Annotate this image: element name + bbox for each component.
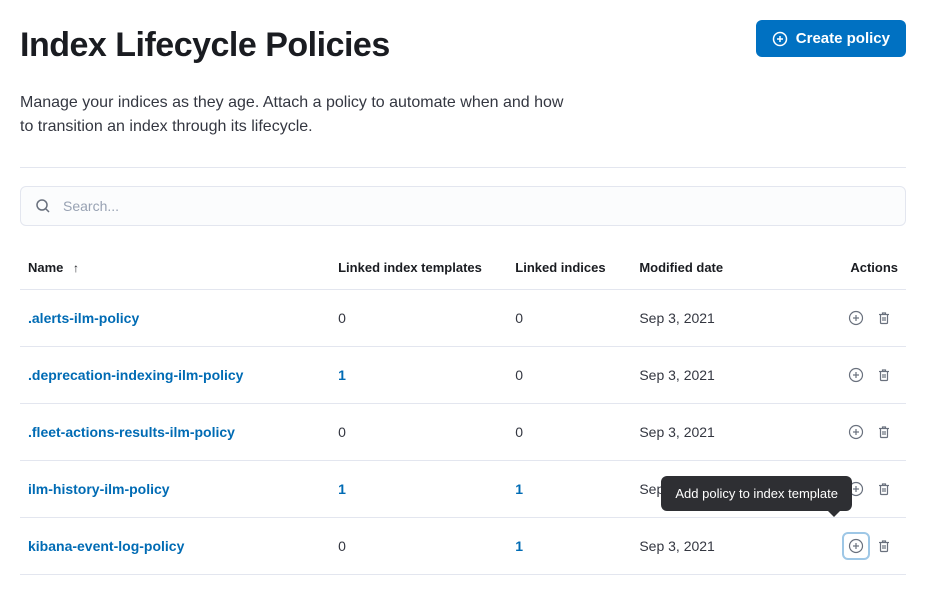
policy-name-link[interactable]: .fleet-actions-results-ilm-policy (28, 424, 235, 440)
trash-icon (876, 481, 892, 497)
modified-date: Sep 3, 2021 (631, 290, 808, 347)
page-title: Index Lifecycle Policies (20, 26, 390, 65)
trash-icon (876, 310, 892, 326)
column-header-linked-indices[interactable]: Linked indices (507, 252, 631, 290)
column-header-actions: Actions (809, 252, 906, 290)
modified-date: Sep 3, 2021 (631, 518, 808, 575)
table-row: .fleet-actions-results-ilm-policy 0 0 Sep 3… (20, 404, 906, 461)
column-header-modified[interactable]: Modified date (631, 252, 808, 290)
modified-date: Sep 3, 2021 (631, 404, 808, 461)
linked-templates-value: 0 (338, 538, 346, 554)
plus-circle-icon (848, 310, 864, 326)
add-to-template-button[interactable] (842, 361, 870, 389)
add-to-template-button[interactable] (842, 418, 870, 446)
delete-policy-button[interactable] (870, 475, 898, 503)
create-policy-button[interactable]: Create policy (756, 20, 906, 57)
linked-indices-value: 0 (515, 424, 523, 440)
plus-circle-icon (848, 367, 864, 383)
policy-name-link[interactable]: .alerts-ilm-policy (28, 310, 139, 326)
delete-policy-button[interactable] (870, 304, 898, 332)
delete-policy-button[interactable] (870, 418, 898, 446)
linked-templates-value: 0 (338, 424, 346, 440)
add-to-template-button[interactable] (842, 532, 870, 560)
policies-table: Name ↑ Linked index templates Linked ind… (20, 252, 906, 575)
column-header-linked-templates[interactable]: Linked index templates (330, 252, 507, 290)
tooltip: Add policy to index template (661, 476, 852, 511)
policy-name-link[interactable]: .deprecation-indexing-ilm-policy (28, 367, 243, 383)
linked-indices-link[interactable]: 1 (515, 481, 523, 497)
policy-name-link[interactable]: ilm-history-ilm-policy (28, 481, 170, 497)
sort-asc-icon: ↑ (73, 261, 79, 275)
policy-name-link[interactable]: kibana-event-log-policy (28, 538, 184, 554)
section-divider (20, 167, 906, 168)
column-header-name[interactable]: Name ↑ (20, 252, 330, 290)
trash-icon (876, 367, 892, 383)
delete-policy-button[interactable] (870, 532, 898, 560)
linked-templates-value: 0 (338, 310, 346, 326)
table-row: .alerts-ilm-policy 0 0 Sep 3, 2021 (20, 290, 906, 347)
page-subtitle: Manage your indices as they age. Attach … (20, 91, 580, 139)
trash-icon (876, 538, 892, 554)
table-row: kibana-event-log-policy01Sep 3, 2021Add … (20, 518, 906, 575)
linked-indices-value: 0 (515, 367, 523, 383)
plus-circle-icon (772, 31, 788, 47)
delete-policy-button[interactable] (870, 361, 898, 389)
search-box[interactable] (20, 186, 906, 226)
linked-templates-link[interactable]: 1 (338, 367, 346, 383)
plus-circle-icon (848, 424, 864, 440)
plus-circle-icon (848, 538, 864, 554)
trash-icon (876, 424, 892, 440)
add-to-template-button[interactable] (842, 304, 870, 332)
linked-indices-link[interactable]: 1 (515, 538, 523, 554)
modified-date: Sep 3, 2021 (631, 347, 808, 404)
linked-templates-link[interactable]: 1 (338, 481, 346, 497)
search-input[interactable] (61, 197, 891, 215)
search-icon (35, 198, 51, 214)
table-row: .deprecation-indexing-ilm-policy 1 0 Sep 3,… (20, 347, 906, 404)
create-policy-label: Create policy (796, 30, 890, 47)
linked-indices-value: 0 (515, 310, 523, 326)
